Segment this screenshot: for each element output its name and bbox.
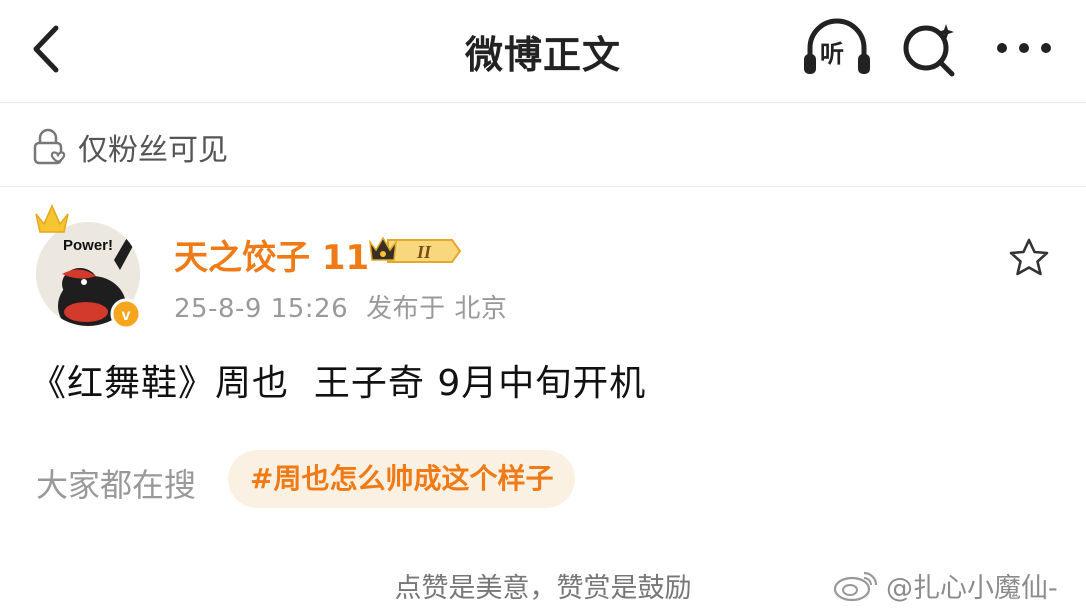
post-meta: 25-8-9 15:26 发布于 北京 [174,288,507,325]
visibility-indicator: 仅粉丝可见 [30,120,228,174]
search-button[interactable] [900,18,962,78]
star-icon [1009,238,1049,276]
post-date: 25-8-9 15:26 [174,294,349,324]
more-button[interactable] [992,30,1056,66]
weibo-logo-icon [833,571,878,601]
hot-search-label: 大家都在搜 [36,466,197,504]
listen-label: 听 [820,40,844,68]
username[interactable]: 天之饺子 11 [174,230,369,279]
search-sparkle-icon [903,24,955,77]
header-divider [0,102,1086,103]
visibility-divider [0,186,1086,187]
level-badge[interactable]: II [368,232,464,270]
post-location: 发布于 北京 [366,294,508,324]
watermark: @扎心小魔仙- [832,566,1058,605]
listen-button[interactable]: 听 [800,18,874,78]
visibility-label: 仅粉丝可见 [78,133,228,168]
hot-search-tag[interactable]: #周也怎么帅成这个样子 [228,450,576,508]
avatar-power-text: Power! [63,237,113,254]
favorite-button[interactable] [1006,236,1052,280]
more-dots-icon [997,43,1051,53]
watermark-text: @扎心小魔仙- [886,573,1058,604]
level-badge-label: II [416,242,432,262]
top-bar: 微博正文 听 [0,0,1086,102]
lock-heart-icon [33,128,66,165]
avatar[interactable]: Power! v [30,200,142,330]
verified-mark: v [122,307,131,324]
post-text: 《红舞鞋》周也 王子奇 9月中旬开机 [30,363,647,404]
